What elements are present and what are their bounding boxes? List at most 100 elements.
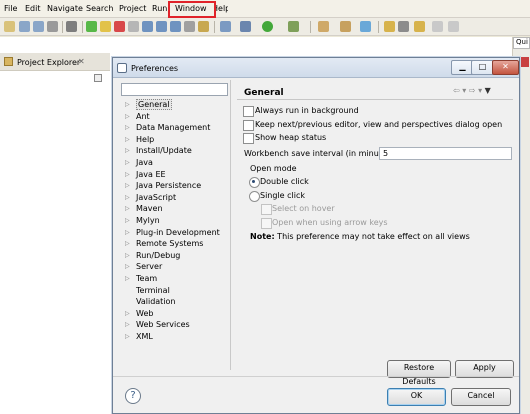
open-type-icon[interactable] <box>384 21 395 32</box>
close-tab-icon[interactable]: ✕ <box>78 57 85 66</box>
dialog-title: Preferences <box>131 64 179 73</box>
new-java-project-icon[interactable] <box>318 21 329 32</box>
note-prefix: Note: <box>250 232 275 241</box>
save-icon[interactable] <box>19 21 30 32</box>
toolbar-separator <box>82 21 83 33</box>
pane-divider[interactable] <box>230 80 231 370</box>
view-menu-icon[interactable]: ▼ <box>485 86 491 95</box>
quick-access-field[interactable]: Qui <box>513 37 530 49</box>
toolbar-separator <box>378 21 379 33</box>
expand-arrow-icon[interactable]: ▷ <box>125 252 130 259</box>
save-all-icon[interactable] <box>33 21 44 32</box>
filter-input[interactable] <box>121 83 228 96</box>
page-navigation: ⇦ ▾ ⇨ ▾ ▼ <box>453 86 491 95</box>
help-icon[interactable]: ? <box>125 388 141 404</box>
select-on-hover-checkbox[interactable] <box>261 204 272 215</box>
expand-arrow-icon[interactable]: ▷ <box>125 205 130 212</box>
server-icon[interactable] <box>220 21 231 32</box>
back-arrow-icon[interactable]: ⇦ <box>453 86 460 95</box>
expand-arrow-icon[interactable]: ▷ <box>125 124 130 131</box>
step-into-icon[interactable] <box>142 21 153 32</box>
always-run-background-label: Always run in background <box>255 106 359 115</box>
search-icon[interactable] <box>398 21 409 32</box>
menu-search[interactable]: Search <box>86 4 113 13</box>
menu-edit[interactable]: Edit <box>25 4 41 13</box>
resume-icon[interactable] <box>86 21 97 32</box>
single-click-label: Single click <box>260 191 306 200</box>
preference-tree: ▷ General ▷ Ant ▷ Data Management ▷ Help ▷ In… <box>125 99 220 341</box>
run-icon[interactable] <box>262 21 273 32</box>
project-explorer-label: Project Explorer <box>17 58 81 67</box>
ok-button[interactable]: OK <box>387 388 446 406</box>
expand-arrow-icon[interactable]: ▷ <box>125 194 130 201</box>
show-heap-status-checkbox[interactable] <box>243 133 254 144</box>
save-interval-input[interactable]: 5 <box>379 147 512 160</box>
expand-arrow-icon[interactable]: ▷ <box>125 229 130 236</box>
expand-arrow-icon[interactable]: ▷ <box>125 113 130 120</box>
double-click-radio[interactable] <box>249 177 260 188</box>
expand-arrow-icon[interactable]: ▷ <box>125 136 130 143</box>
menu-run[interactable]: Run <box>152 4 167 13</box>
step-over-icon[interactable] <box>156 21 167 32</box>
expand-arrow-icon[interactable]: ▷ <box>125 171 130 178</box>
keep-prev-next-label: Keep next/previous editor, view and pers… <box>255 120 503 129</box>
save-interval-label: Workbench save interval (in minutes): <box>244 149 397 158</box>
cancel-button[interactable]: Cancel <box>451 388 511 406</box>
back-icon[interactable] <box>432 21 443 32</box>
open-mode-label: Open mode <box>250 164 297 173</box>
external-tools-icon[interactable] <box>288 21 299 32</box>
terminate-icon[interactable] <box>114 21 125 32</box>
select-on-hover-label: Select on hover <box>272 204 335 213</box>
collapse-all-icon[interactable] <box>94 74 102 82</box>
expand-arrow-icon[interactable]: ▷ <box>125 240 130 247</box>
preferences-dialog: Preferences ▁ □ ✕ ▷ General ▷ Ant ▷ Data Ma… <box>112 57 520 414</box>
expand-arrow-icon[interactable]: ▷ <box>125 182 130 189</box>
menu-project[interactable]: Project <box>119 4 146 13</box>
skip-breakpoints-icon[interactable] <box>66 21 77 32</box>
toolbar-separator <box>310 21 311 33</box>
expand-arrow-icon[interactable]: ▷ <box>125 147 130 154</box>
debug-icon[interactable] <box>240 21 251 32</box>
project-explorer-tab[interactable]: Project Explorer ✕ <box>0 53 110 71</box>
expand-arrow-icon[interactable]: ▷ <box>125 159 130 166</box>
new-package-icon[interactable] <box>340 21 351 32</box>
open-arrow-keys-checkbox[interactable] <box>261 218 272 229</box>
menu-bar: File Edit Navigate Search Project Run Wi… <box>0 0 530 18</box>
expand-arrow-icon[interactable]: ▷ <box>125 333 130 340</box>
back-dropdown-icon[interactable]: ▾ <box>462 86 466 95</box>
forward-dropdown-icon[interactable]: ▾ <box>478 86 482 95</box>
expand-arrow-icon[interactable]: ▷ <box>125 101 130 108</box>
footer-separator <box>113 376 519 377</box>
open-arrow-keys-label: Open when using arrow keys <box>272 218 388 227</box>
menu-help[interactable]: Help <box>216 4 228 13</box>
maximize-button[interactable]: □ <box>471 60 494 75</box>
menu-navigate[interactable]: Navigate <box>47 4 83 13</box>
forward-arrow-icon[interactable]: ⇨ <box>469 86 476 95</box>
expand-arrow-icon[interactable]: ▷ <box>125 321 130 328</box>
menu-window[interactable]: Window <box>175 4 207 13</box>
use-step-filters-icon[interactable] <box>198 21 209 32</box>
outline-view-icon[interactable] <box>521 57 529 67</box>
new-class-icon[interactable] <box>360 21 371 32</box>
disconnect-icon[interactable] <box>128 21 139 32</box>
always-run-background-checkbox[interactable] <box>243 106 254 117</box>
print-icon[interactable] <box>47 21 58 32</box>
keep-prev-next-checkbox[interactable] <box>243 120 254 131</box>
single-click-radio[interactable] <box>249 191 260 202</box>
close-button[interactable]: ✕ <box>492 60 519 75</box>
expand-arrow-icon[interactable]: ▷ <box>125 275 130 282</box>
expand-arrow-icon[interactable]: ▷ <box>125 310 130 317</box>
new-icon[interactable] <box>4 21 15 32</box>
expand-arrow-icon[interactable]: ▷ <box>125 263 130 270</box>
main-toolbar <box>0 18 530 36</box>
step-return-icon[interactable] <box>170 21 181 32</box>
note-text: Note: This preference may not take effec… <box>250 232 470 241</box>
menu-file[interactable]: File <box>4 4 17 13</box>
forward-icon[interactable] <box>448 21 459 32</box>
expand-arrow-icon[interactable]: ▷ <box>125 217 130 224</box>
note-body: This preference may not take effect on a… <box>274 232 470 241</box>
page-title-separator <box>237 99 513 100</box>
annotation-icon[interactable] <box>414 21 425 32</box>
suspend-icon[interactable] <box>100 21 111 32</box>
drop-to-frame-icon[interactable] <box>184 21 195 32</box>
